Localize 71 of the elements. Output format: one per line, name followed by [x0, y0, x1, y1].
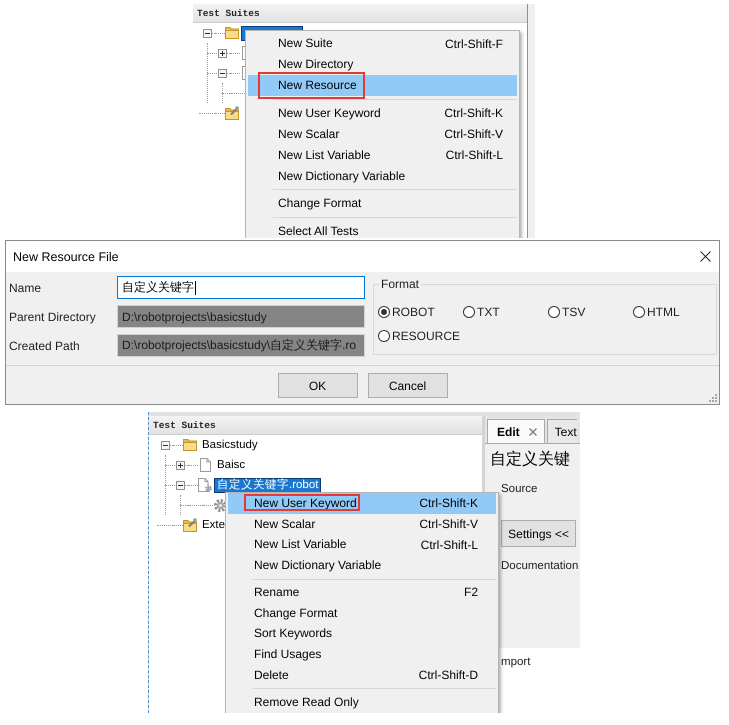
dialog-button[interactable]: Cancel [368, 373, 448, 398]
folder-icon [183, 439, 197, 451]
shortcut-text: Ctrl-Shift-K [418, 496, 478, 510]
minus-box-icon[interactable] [218, 68, 226, 78]
menu-item[interactable]: New Dictionary Variable [248, 166, 517, 186]
radio-button[interactable] [548, 306, 560, 318]
documentation-label: Documentation [501, 560, 578, 573]
menu-item[interactable]: Find Usages [228, 644, 496, 665]
shortcut-text: Ctrl-Shift-K [443, 106, 503, 120]
tree-item[interactable]: Baisc [214, 458, 248, 472]
menu-item[interactable]: New Scalar Ctrl-Shift-V [248, 124, 517, 144]
shortcut-text: F2 [462, 585, 478, 600]
radio-label[interactable]: TXT [477, 305, 500, 319]
resource-title: 自定义关键 [490, 452, 570, 468]
menu-item[interactable]: New Scalar Ctrl-Shift-V [228, 514, 496, 534]
field-label: Parent Directory [9, 310, 97, 324]
close-icon[interactable] [700, 251, 711, 262]
menu-item[interactable]: Select All Tests [248, 220, 517, 238]
menu-item[interactable]: Remove Read Only [228, 692, 496, 712]
menu-item[interactable]: New User Keyword Ctrl-Shift-K [248, 102, 517, 124]
tab[interactable]: Edit [487, 419, 545, 443]
plus-box-icon[interactable] [176, 460, 184, 470]
folder-icon [225, 27, 239, 39]
minus-box-icon[interactable] [202, 28, 212, 38]
radio-label[interactable]: TSV [562, 305, 586, 319]
radio-button[interactable] [378, 330, 390, 342]
field-label: Name [9, 280, 42, 294]
menu-item[interactable]: New List Variable Ctrl-Shift-L [248, 144, 517, 166]
menu-item[interactable]: Sort Keywords [228, 624, 496, 644]
minus-box-icon[interactable] [160, 440, 170, 450]
group-label: Format [380, 278, 420, 291]
settings-button[interactable]: Settings << [501, 520, 576, 547]
menu-item[interactable]: New Dictionary Variable [228, 555, 496, 576]
tree-item[interactable]: Basicstudy [199, 438, 261, 452]
radio-button[interactable] [463, 306, 475, 318]
shortcut-text: Ctrl-Shift-L [420, 538, 478, 552]
import-label: mport [501, 656, 530, 668]
menu-item[interactable]: Rename F2 [228, 582, 496, 603]
menu-item[interactable]: Change Format [228, 602, 496, 624]
shortcut-text: Ctrl-Shift-D [418, 668, 478, 682]
file-icon [200, 458, 210, 472]
minus-box-icon[interactable] [176, 480, 184, 490]
pane-header: Test Suites [193, 4, 527, 23]
radio-button[interactable] [378, 306, 390, 318]
radio-label[interactable]: RESOURCE [392, 329, 460, 343]
menu-item[interactable]: New Suite Ctrl-Shift-F [248, 33, 517, 54]
text-field[interactable]: 自定义关键字 [117, 276, 365, 299]
field-label: Created Path [9, 338, 81, 352]
menu-item[interactable]: Change Format [248, 193, 517, 214]
shortcut-text: Ctrl-Shift-V [418, 517, 478, 532]
tab[interactable]: Text [546, 419, 577, 443]
resize-grip-icon[interactable] [709, 394, 717, 402]
shortcut-text: Ctrl-Shift-F [444, 36, 503, 50]
dialog-title: New Resource File [13, 250, 119, 264]
radio-button[interactable] [633, 306, 645, 318]
dialog-button[interactable]: OK [278, 373, 358, 398]
tree-item[interactable]: 自定义关键字.robot [214, 478, 322, 492]
tree-item[interactable]: Exte [199, 518, 228, 532]
pane-header: Test Suites [149, 416, 482, 435]
radio-label[interactable]: HTML [647, 305, 680, 319]
shortcut-text: Ctrl-Shift-L [444, 148, 503, 162]
text-cursor-icon [195, 280, 196, 294]
shortcut-text: Ctrl-Shift-V [443, 127, 503, 141]
menu-item[interactable]: New Directory [248, 54, 517, 75]
menu-item[interactable]: New User Keyword Ctrl-Shift-K [228, 493, 496, 514]
menu-item[interactable]: New List Variable Ctrl-Shift-L [228, 534, 496, 556]
menu-item[interactable]: New Resource [248, 75, 517, 96]
menu-item[interactable]: Delete Ctrl-Shift-D [228, 665, 496, 686]
plus-box-icon[interactable] [218, 48, 226, 58]
radio-label[interactable]: ROBOT [392, 305, 435, 319]
source-label: Source [501, 483, 538, 496]
